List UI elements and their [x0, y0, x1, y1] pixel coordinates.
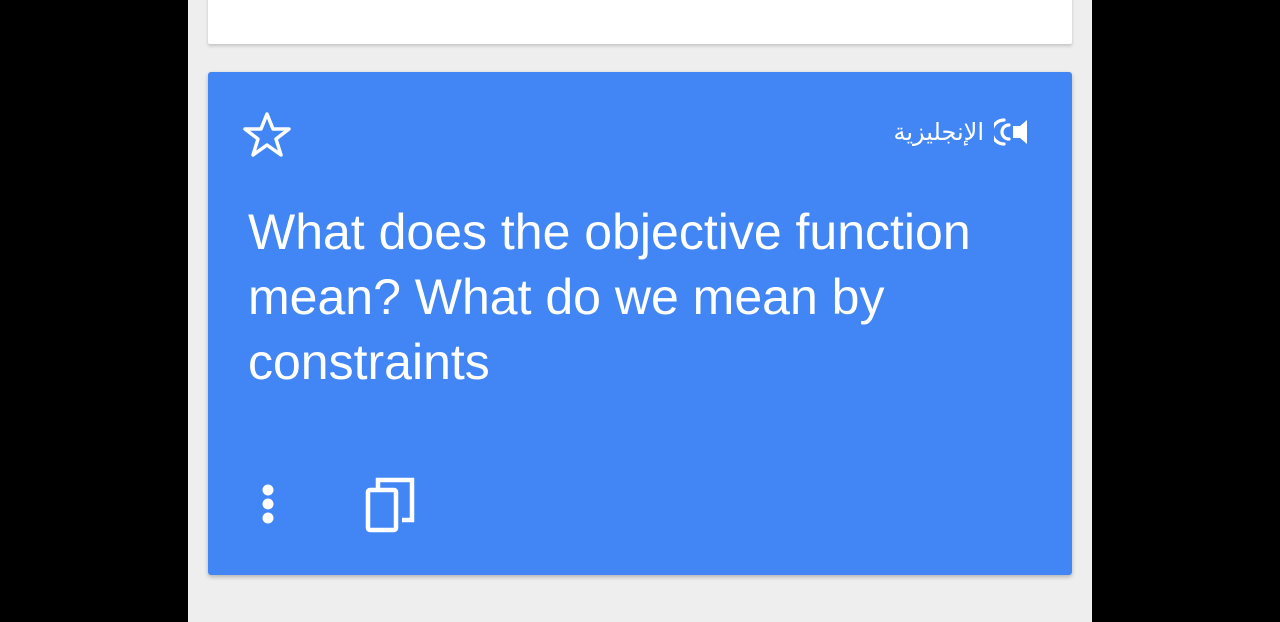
- more-vert-icon: [262, 484, 274, 524]
- translation-card: الإنجليزية What does the objective funct…: [208, 72, 1072, 575]
- more-options-button[interactable]: [244, 476, 292, 532]
- listen-button[interactable]: الإنجليزية: [893, 112, 1034, 152]
- copy-button[interactable]: [358, 472, 422, 536]
- language-label: الإنجليزية: [893, 118, 984, 146]
- app-screen: الإنجليزية What does the objective funct…: [188, 0, 1092, 622]
- speaker-icon: [994, 118, 1027, 146]
- favorite-button[interactable]: [242, 110, 292, 160]
- copy-icon: [365, 477, 415, 533]
- source-card[interactable]: [208, 0, 1072, 44]
- translated-text: What does the objective function mean? W…: [248, 204, 971, 390]
- star-outline-icon: [243, 112, 291, 157]
